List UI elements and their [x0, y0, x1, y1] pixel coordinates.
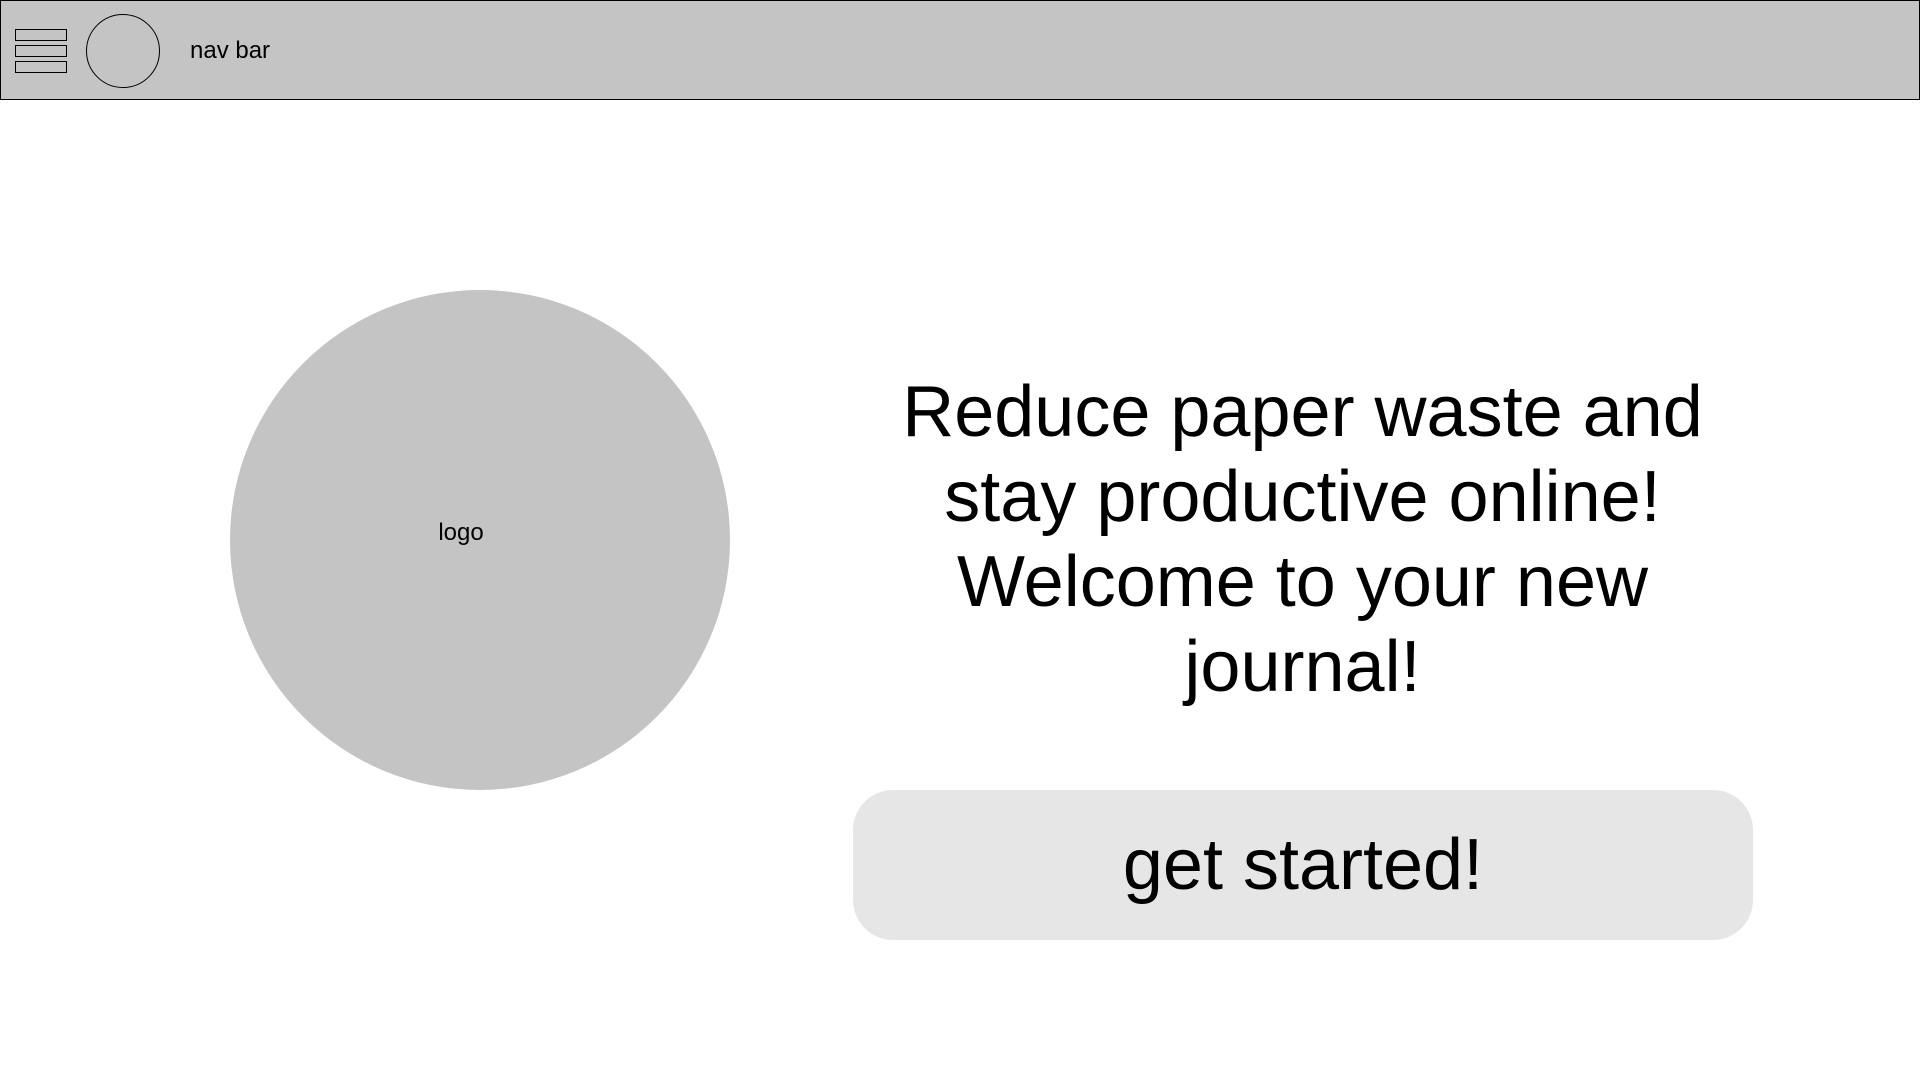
headline-line: Welcome to your new [957, 542, 1648, 622]
logo: logo [230, 290, 730, 790]
headline-line: Reduce paper waste and [902, 372, 1703, 452]
hamburger-bar [15, 61, 67, 73]
avatar-icon[interactable] [86, 14, 160, 88]
logo-label: logo [438, 519, 484, 546]
headline-line: journal! [1184, 627, 1421, 707]
nav-bar-title: nav bar [190, 37, 271, 64]
nav-bar: nav bar [0, 0, 1920, 100]
hamburger-menu-icon[interactable] [15, 29, 67, 73]
landing-page: nav bar logo Reduce paper waste and stay… [0, 0, 1920, 1080]
hamburger-bar [15, 29, 67, 41]
headline-line: stay productive online! [944, 457, 1661, 537]
hamburger-bar [15, 45, 67, 57]
headline: Reduce paper waste and stay productive o… [855, 370, 1750, 710]
get-started-button[interactable]: get started! [853, 790, 1753, 940]
